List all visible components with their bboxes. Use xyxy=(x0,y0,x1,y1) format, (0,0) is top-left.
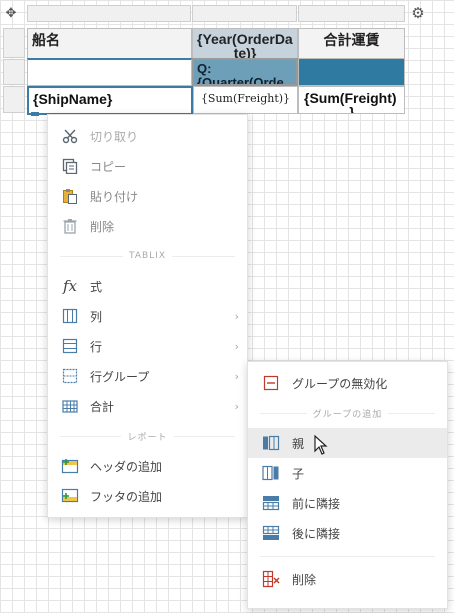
menu-item-label: 合計 xyxy=(90,399,115,414)
quarter-group-cell[interactable]: Q: {Quarter(Orde xyxy=(192,58,298,86)
column-handle[interactable] xyxy=(27,5,191,22)
menu-item-add-footer[interactable]: フッタの追加 xyxy=(48,481,247,511)
year-group-header-cell[interactable]: {Year(OrderDa te)} xyxy=(192,28,298,59)
menu-item-label: 削除 xyxy=(292,572,317,587)
menu-item-label: フッタの追加 xyxy=(90,489,163,504)
mouse-cursor-icon xyxy=(314,434,328,458)
empty-cell[interactable] xyxy=(27,58,192,86)
menu-item-label: 親 xyxy=(292,436,305,451)
sum-freight-cell[interactable]: {Sum(Freight)} xyxy=(193,86,298,114)
add-footer-icon xyxy=(61,487,79,505)
section-report: レポート xyxy=(48,429,247,443)
chevron-right-icon: › xyxy=(234,309,239,323)
menu-item-delete-group[interactable]: 削除 xyxy=(248,564,447,594)
menu-item-label: コピー xyxy=(90,159,127,174)
selection-handle[interactable] xyxy=(31,112,39,116)
total-freight-header: 合計運賃 xyxy=(323,32,380,48)
menu-item-disable-group[interactable]: グループの無効化 xyxy=(248,368,447,398)
adjacent-after-icon xyxy=(262,524,280,542)
menu-item-label: ヘッダの追加 xyxy=(90,459,163,474)
move-handle-icon[interactable]: ✥ xyxy=(3,5,19,21)
menu-item-expression[interactable]: fx 式 xyxy=(48,271,247,301)
disable-group-icon xyxy=(262,374,280,392)
menu-item-label: 切り取り xyxy=(90,129,139,144)
menu-item-parent-group[interactable]: 親 xyxy=(248,428,447,458)
menu-item-total[interactable]: 合計 › xyxy=(48,391,247,421)
delete-group-icon xyxy=(262,570,280,588)
menu-item-label: 行 xyxy=(90,339,103,354)
section-label: TABLIX xyxy=(123,251,172,261)
menu-item-label: 削除 xyxy=(90,219,115,234)
menu-item-child-group[interactable]: 子 xyxy=(248,458,447,488)
chevron-right-icon: › xyxy=(234,339,239,353)
menu-item-label: 前に隣接 xyxy=(292,496,341,511)
row-group-icon xyxy=(61,367,79,385)
total-freight-header-cell[interactable]: 合計運賃 xyxy=(298,28,405,59)
ship-name-detail: {ShipName} xyxy=(33,91,113,107)
menu-item-label: 行グループ xyxy=(90,369,150,384)
context-menu: 切り取り コピー 貼り付け 削除 TABLIX fx 式 列 › 行 › 行グル… xyxy=(47,114,248,518)
ship-name-header: 船名 xyxy=(32,32,60,48)
menu-item-label: 子 xyxy=(292,466,305,481)
row-handle[interactable] xyxy=(3,86,25,113)
scissors-icon xyxy=(61,127,79,145)
ship-name-detail-cell[interactable]: {ShipName} xyxy=(27,86,193,115)
function-icon: fx xyxy=(62,277,77,295)
row-icon xyxy=(61,337,79,355)
menu-item-label: 後に隣接 xyxy=(292,526,341,541)
ship-name-header-cell[interactable]: 船名 xyxy=(27,28,192,59)
menu-item-label: 貼り付け xyxy=(90,189,139,204)
menu-item-label: 式 xyxy=(90,279,103,294)
menu-item-adjacent-after[interactable]: 後に隣接 xyxy=(248,518,447,548)
menu-item-label: 列 xyxy=(90,309,103,324)
menu-item-cut[interactable]: 切り取り xyxy=(48,121,247,151)
menu-item-copy[interactable]: コピー xyxy=(48,151,247,181)
menu-item-row-group[interactable]: 行グループ › xyxy=(48,361,247,391)
sum-freight-total-cell[interactable]: {Sum(Freight) } xyxy=(298,86,405,114)
menu-item-column[interactable]: 列 › xyxy=(48,301,247,331)
child-group-icon xyxy=(262,464,280,482)
adjacent-before-icon xyxy=(262,494,280,512)
menu-item-delete[interactable]: 削除 xyxy=(48,211,247,241)
add-header-icon xyxy=(61,457,79,475)
section-label: グループの追加 xyxy=(306,406,389,420)
chevron-right-icon: › xyxy=(234,399,239,413)
menu-item-add-header[interactable]: ヘッダの追加 xyxy=(48,451,247,481)
paste-icon xyxy=(61,187,79,205)
column-icon xyxy=(61,307,79,325)
sum-freight: {Sum(Freight)} xyxy=(200,92,291,105)
column-handle[interactable] xyxy=(298,5,405,22)
section-label: レポート xyxy=(121,429,174,443)
column-handle[interactable] xyxy=(192,5,297,22)
section-add-group: グループの追加 xyxy=(248,406,447,420)
menu-item-label: グループの無効化 xyxy=(292,376,388,391)
row-handle[interactable] xyxy=(3,59,25,85)
trash-icon xyxy=(61,217,79,235)
section-tablix: TABLIX xyxy=(48,249,247,263)
menu-item-paste[interactable]: 貼り付け xyxy=(48,181,247,211)
total-group-cell[interactable] xyxy=(298,58,405,86)
total-icon xyxy=(61,397,79,415)
menu-item-adjacent-before[interactable]: 前に隣接 xyxy=(248,488,447,518)
gear-icon[interactable]: ⚙ xyxy=(409,4,427,22)
parent-group-icon xyxy=(262,434,280,452)
quarter-label: Q: xyxy=(197,61,212,76)
quarter-expression: {Quarter(Orde xyxy=(197,75,284,86)
row-handle[interactable] xyxy=(3,28,25,58)
row-group-submenu: グループの無効化 グループの追加 親 子 前に隣接 後に隣接 削除 xyxy=(247,361,448,609)
chevron-right-icon: › xyxy=(234,369,239,383)
menu-item-row[interactable]: 行 › xyxy=(48,331,247,361)
menu-divider xyxy=(260,556,435,557)
copy-icon xyxy=(61,157,79,175)
